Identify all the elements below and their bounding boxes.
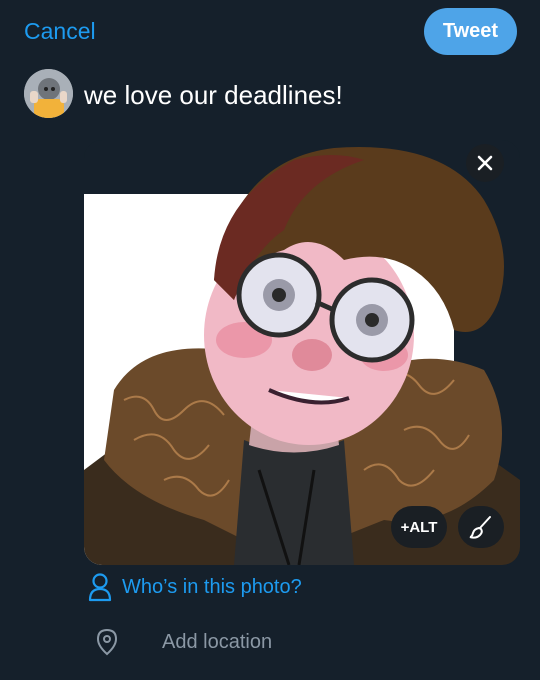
- paintbrush-icon: [469, 516, 491, 539]
- add-location-label: Add location: [162, 630, 273, 653]
- person-icon: [88, 573, 112, 602]
- add-alt-text-button[interactable]: +ALT: [391, 506, 447, 548]
- remove-media-button[interactable]: [466, 144, 504, 182]
- media-attachment[interactable]: +ALT: [84, 140, 520, 565]
- close-icon: [477, 155, 493, 171]
- tag-people-label: Who’s in this photo?: [122, 575, 302, 598]
- tag-people-button[interactable]: Who’s in this photo?: [88, 572, 302, 602]
- location-pin-icon: [96, 628, 118, 656]
- edit-media-button[interactable]: [458, 506, 504, 548]
- attached-illustration: [84, 140, 520, 565]
- tweet-button[interactable]: Tweet: [424, 8, 517, 55]
- tweet-text[interactable]: we love our deadlines!: [84, 80, 343, 111]
- avatar[interactable]: [24, 69, 73, 118]
- cancel-button[interactable]: Cancel: [24, 18, 96, 45]
- add-location-button[interactable]: Add location: [96, 628, 272, 656]
- avatar-image: [24, 69, 73, 118]
